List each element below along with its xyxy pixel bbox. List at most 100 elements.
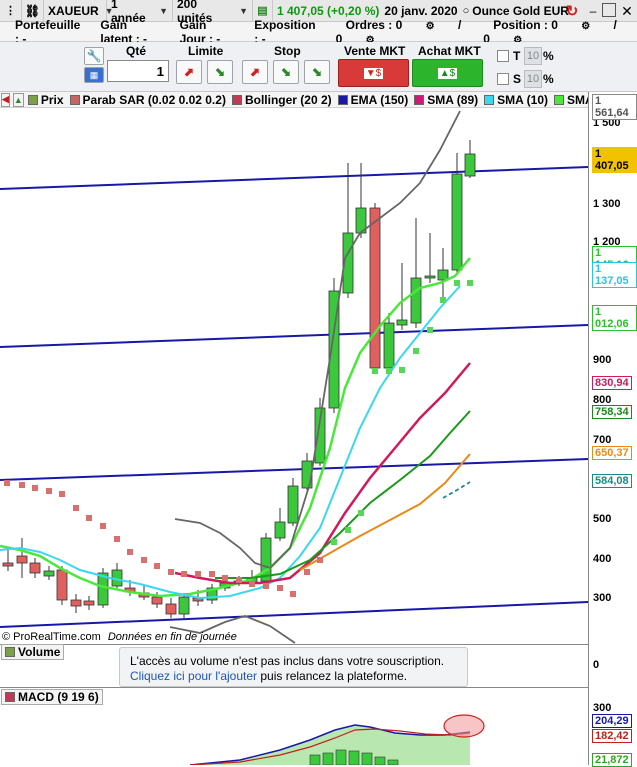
- price-chart[interactable]: [0, 108, 588, 644]
- collapse-icon[interactable]: ◀: [1, 92, 10, 107]
- sma-teal-line: [442, 481, 471, 499]
- legend-item[interactable]: Bollinger (20 2): [231, 92, 338, 107]
- price-axis[interactable]: 1 5001 3001 2001 1009008007005004003001 …: [588, 92, 637, 767]
- sar-dot: [73, 505, 79, 511]
- candle-body: [369, 207, 381, 369]
- price-tick-label: 400: [593, 553, 612, 565]
- sar-dot: [19, 482, 25, 488]
- s-pct-input[interactable]: 10: [524, 70, 542, 88]
- ordres-value: Ordres : 0: [345, 17, 403, 32]
- candle-body: [437, 269, 449, 281]
- sar-dot: [209, 571, 215, 577]
- macd-histogram-bar: [322, 752, 334, 765]
- candle-body: [43, 570, 55, 577]
- legend-swatch: [231, 94, 242, 105]
- sar-dot: [277, 585, 283, 591]
- stop-sell-button[interactable]: ⬊: [273, 60, 299, 84]
- volume-message-line2: Cliquez ici pour l'ajouter puis relancez…: [130, 669, 457, 684]
- t-label: T: [513, 49, 521, 63]
- legend-item[interactable]: EMA (150): [337, 93, 415, 107]
- channel-line: [0, 601, 588, 628]
- channel-line: [0, 324, 588, 348]
- candle-body: [178, 596, 190, 615]
- gear-icon[interactable]: ⚙: [416, 21, 445, 32]
- candle-body: [383, 322, 395, 369]
- legend-item[interactable]: SMA (: [554, 93, 588, 107]
- price-tag: 830,94: [592, 376, 632, 390]
- sar-dot: [46, 488, 52, 494]
- price-tick-label: 300: [593, 592, 612, 604]
- maximize-button[interactable]: [602, 3, 616, 17]
- buy-market-button[interactable]: ▲$: [412, 59, 483, 87]
- sar-dot: [454, 280, 460, 286]
- limit-buy-button[interactable]: ⬈: [176, 60, 202, 84]
- sar-dot: [86, 515, 92, 521]
- sar-dot: [32, 485, 38, 491]
- gear-icon[interactable]: ⚙: [571, 21, 600, 32]
- sar-dot: [59, 491, 65, 497]
- quantity-input[interactable]: [107, 60, 169, 82]
- order-down-icon: ⬊: [214, 65, 226, 79]
- expand-icon[interactable]: ▲: [12, 92, 24, 107]
- order-up-icon: ⬈: [249, 65, 261, 79]
- add-volume-link[interactable]: Cliquez ici pour l'ajouter: [130, 669, 257, 683]
- candle-body: [396, 319, 408, 326]
- legend-swatch: [414, 94, 425, 105]
- stop-label: Stop: [274, 44, 301, 58]
- sell-icon: ▼$: [363, 67, 384, 79]
- portfolio-bar: Portefeuille : - Gain latent : - Gain Jo…: [0, 18, 637, 46]
- candle-body: [29, 562, 41, 574]
- legend-label: Bollinger (20 2): [244, 92, 332, 107]
- tools-button[interactable]: 🔧: [84, 47, 104, 65]
- candle-body: [451, 173, 463, 271]
- price-chart-canvas[interactable]: [0, 108, 588, 644]
- keypad-button[interactable]: ▦: [84, 67, 104, 83]
- buy-icon: ▲$: [437, 67, 458, 79]
- copyright-text: © ProRealTime.com: [2, 631, 101, 643]
- sar-dot: [290, 591, 296, 597]
- macd-label[interactable]: MACD (9 19 6): [1, 689, 103, 705]
- s-pct-sign: %: [543, 72, 554, 86]
- stop-buy-button[interactable]: ⬈: [242, 60, 268, 84]
- macd-chart[interactable]: [0, 705, 588, 765]
- price-tag: 584,08: [592, 474, 632, 488]
- macd-chart-canvas[interactable]: [0, 705, 588, 765]
- price-tag: 650,37: [592, 446, 632, 460]
- price-tick-label: 500: [593, 513, 612, 525]
- limit-sell-button[interactable]: ⬊: [207, 60, 233, 84]
- candle-body: [464, 153, 476, 177]
- t-checkbox[interactable]: [497, 50, 509, 62]
- sar-dot: [440, 297, 446, 303]
- indicator-legend: ◀ ▲ Prix Parab SAR (0.02 0.02 0.2) Bolling…: [0, 92, 588, 108]
- menu-icon: ⋮: [5, 5, 16, 17]
- sar-dot: [195, 571, 201, 577]
- s-checkbox[interactable]: [497, 73, 509, 85]
- t-pct-input[interactable]: 10: [524, 47, 542, 65]
- chevron-down-icon: ▼: [239, 5, 248, 16]
- legend-item[interactable]: Parab SAR (0.02 0.02 0.2): [69, 93, 232, 107]
- candle-body: [165, 603, 177, 615]
- sar-dot: [127, 549, 133, 555]
- vente-mkt-label: Vente MKT: [344, 44, 406, 58]
- legend-item[interactable]: Prix: [27, 93, 70, 107]
- achat-mkt-label: Achat MKT: [418, 44, 481, 58]
- legend-item[interactable]: SMA (89): [414, 93, 484, 107]
- instrument-name: Ounce Gold EUR: [472, 3, 569, 18]
- volume-message-line1: L'accès au volume n'est pas inclus dans …: [130, 654, 445, 668]
- t-pct-sign: %: [543, 49, 554, 63]
- legend-item[interactable]: SMA (10): [484, 93, 554, 107]
- sar-dot: [141, 557, 147, 563]
- quote-date: 20 janv. 2020: [384, 3, 458, 18]
- limite-label: Limite: [188, 44, 224, 58]
- legend-swatch: [484, 94, 495, 105]
- sar-dot: [100, 523, 106, 529]
- channel-line: [0, 166, 588, 190]
- trailing-icon: ⬊: [311, 65, 323, 79]
- sell-market-button[interactable]: ▼$: [338, 59, 409, 87]
- legend-label: SMA (89): [427, 92, 479, 107]
- price-tag: 1 561,64: [592, 94, 637, 120]
- stop-trailing-button[interactable]: ⬊: [304, 60, 330, 84]
- wrench-icon: 🔧: [86, 49, 102, 63]
- volume-label[interactable]: Volume: [1, 644, 65, 660]
- sar-dot: [386, 368, 392, 374]
